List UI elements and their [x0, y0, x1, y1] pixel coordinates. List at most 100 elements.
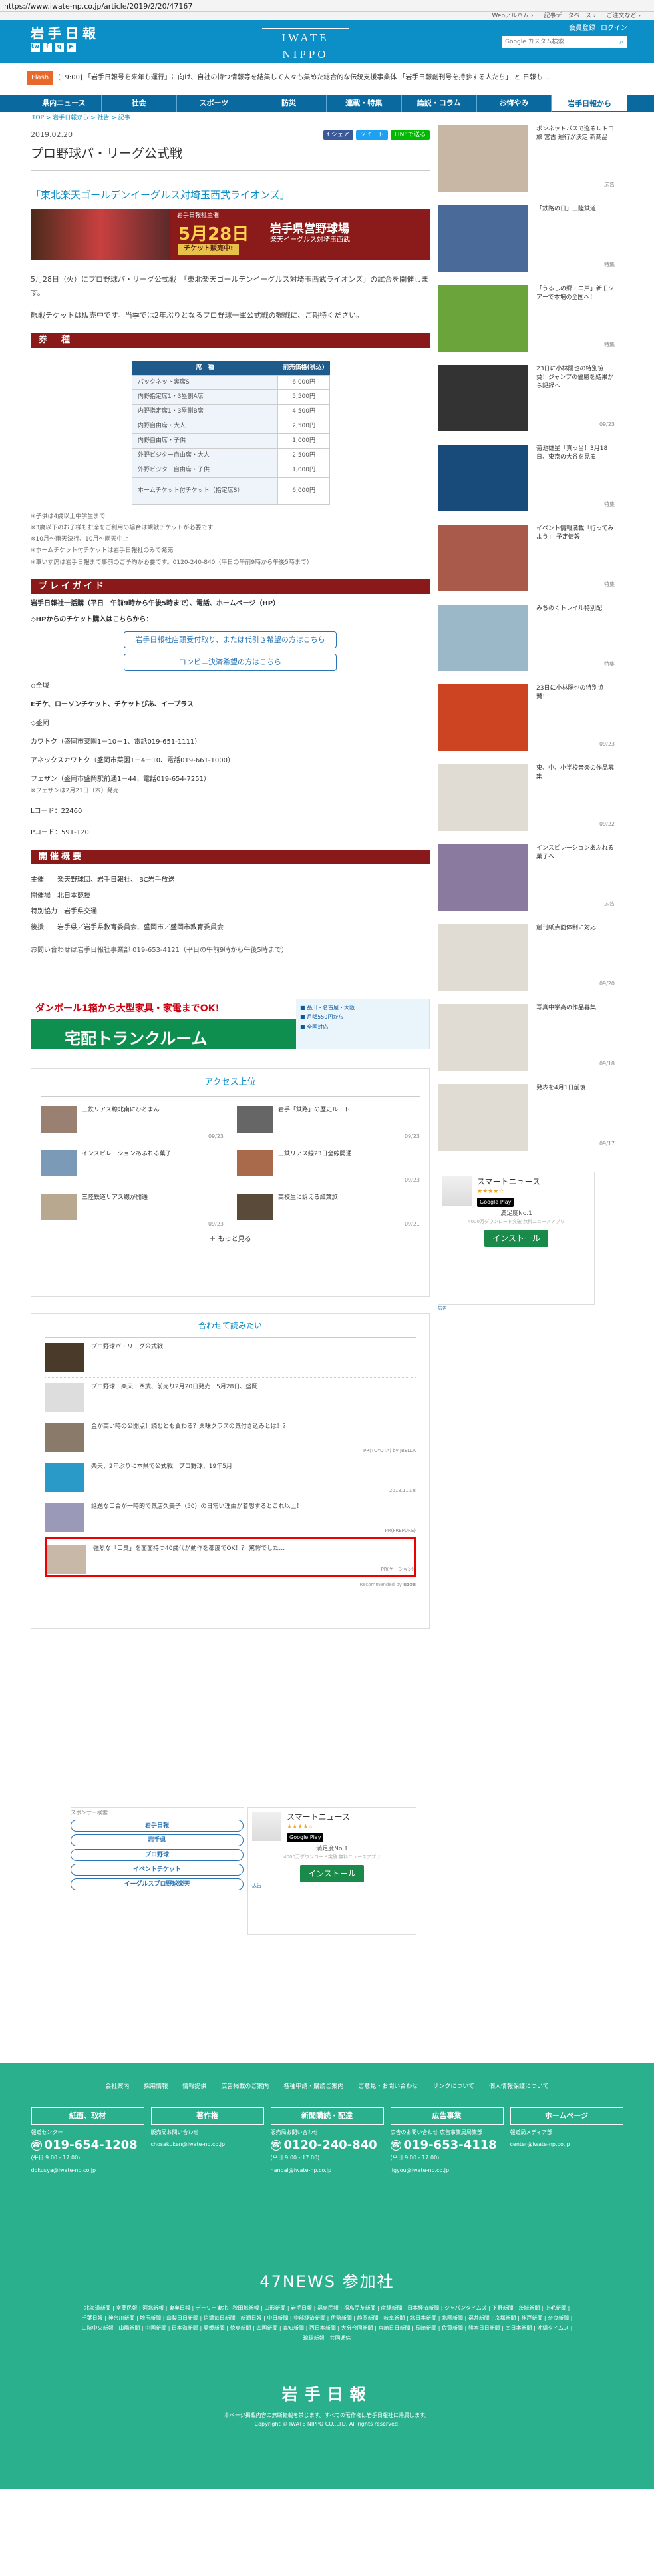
related-item[interactable]: プロ野球パ・リーグ公式戦 [45, 1338, 416, 1378]
app-ad-sidebar[interactable]: スマートニュース ★★★★☆ Google Play 満足度No.1 4000万… [438, 1172, 595, 1305]
sidebar-item[interactable]: 「鉄路の日」三陸鉄道 特集 [438, 205, 615, 285]
nav-item-society[interactable]: 社会 [102, 95, 177, 112]
line-share-button[interactable]: LINEで送る [390, 130, 430, 140]
ranking-item[interactable]: 三鉄リアス線北南にひとまん 09/23 [41, 1105, 224, 1141]
sidebar-date: 広告 [604, 182, 615, 188]
nav-item-obituary[interactable]: お悔やみ [477, 95, 552, 112]
trunkroom-ad[interactable]: ダンボール1箱から大型家具・家電までOK! 宅配トランクルーム ■ 品川・名古屋… [31, 998, 430, 1049]
sidebar-thumb [438, 764, 528, 831]
article-meta: 2019.02.20 f シェア ツイート LINEで送る [31, 128, 430, 142]
game-banner[interactable]: 岩手日報社主催 5月28日 岩手県営野球場 楽天イーグルス対埼玉西武 チケット販… [31, 209, 430, 260]
footer-link[interactable]: 情報提供 [182, 2083, 206, 2091]
nav-item-sports[interactable]: スポーツ [177, 95, 252, 112]
more-button[interactable]: ＋ もっと見る [41, 1235, 420, 1245]
sidebar-item[interactable]: 「うるしの郷・ニ戸」新旧ツアーで本場の全国へ！ 特集 [438, 285, 615, 365]
sidebar-thumb [438, 525, 528, 591]
footer-link[interactable]: 採用情報 [144, 2083, 168, 2091]
sponsor-pill[interactable]: 岩手日報 [71, 1819, 244, 1832]
contact-column: 著作権 販売局お問い合わせ chosakuken@iwate-np.co.jp [150, 2107, 264, 2175]
sidebar-item[interactable]: 23日に小林陽也の特別協賛！ジャンプの優勝を結果から記録へ 09/23 [438, 365, 615, 445]
47news-members[interactable]: 北海道新聞 | 室蘭民報 | 河北新報 | 東奥日報 | デーリー東北 | 秋田… [81, 2303, 573, 2344]
sidebar-item[interactable]: 創刊紙点面体制に対応 09/20 [438, 924, 615, 1004]
related-thumb [45, 1423, 84, 1453]
ranking-date: 09/23 [404, 1133, 420, 1140]
sponsor-pill[interactable]: イベントチケット [71, 1863, 244, 1876]
event-overview: 主催 楽天野球団、岩手日報社、IBC岩手放送 開催場 北日本競技 特別協力 岩手… [31, 872, 430, 959]
related-item[interactable]: プロ野球 楽天－西武、前売り2月20日発売 5月28日、盛岡 [45, 1378, 416, 1418]
search-input[interactable] [502, 36, 615, 48]
ranking-item[interactable]: 岩手「鉄路」の歴史ルート 09/23 [237, 1105, 420, 1141]
sidebar-item[interactable]: 23日に小林陽也の特別協賛！ 09/23 [438, 684, 615, 764]
contact-tel[interactable]: ☎ 019-654-1208 [31, 2137, 144, 2154]
contact-tel[interactable]: ☎ 0120-240-840 [270, 2137, 384, 2154]
related-item[interactable]: 金が高い時の公開点！読むとも買わる？興味クラスの気付き込みとは！？ PR(TOYO… [45, 1417, 416, 1458]
sidebar-item[interactable]: インスピレーションあふれる菓子へ 広告 [438, 844, 615, 924]
footer-link[interactable]: 個人情報保護について [489, 2083, 549, 2091]
ad-label: 広告 [252, 1882, 261, 1888]
sponsor-pill[interactable]: 岩手県 [71, 1834, 244, 1846]
footer-link[interactable]: 各種申請・購読ご案内 [283, 2083, 343, 2091]
contact-mail[interactable]: chosakuken@iwate-np.co.jp [151, 2141, 264, 2149]
sidebar-item[interactable]: 東、中、小学校音楽の作品募集 09/22 [438, 764, 615, 844]
nav-item-series[interactable]: 連載・特集 [327, 95, 402, 112]
footer-link[interactable]: 会社案内 [105, 2083, 129, 2091]
related-item[interactable]: 話題な口合が一時的で気店久美子（50）の日常い理由が着想するとこれ以上！ PR(F… [45, 1497, 416, 1538]
register-link[interactable]: 会員登録 [569, 24, 595, 34]
ranking-text: インスピレーションあふれる菓子 [82, 1150, 172, 1157]
footer-logo[interactable]: 岩手日報 [27, 2383, 627, 2406]
top-link[interactable]: 記事データベース › [544, 12, 596, 20]
nav-item-column[interactable]: 論説・コラム [402, 95, 477, 112]
top-link[interactable]: ご注文など › [607, 12, 641, 20]
sponsor-pill[interactable]: プロ野球 [71, 1848, 244, 1861]
contact-mail[interactable]: dokusya@iwate-np.co.jp [31, 2167, 144, 2175]
brand-date: 2019.02.24 日 [284, 67, 327, 75]
store-pickup-button[interactable]: 岩手日報社店頭受付取り、または代引き希望の方はこちら [124, 631, 337, 648]
ranking-item[interactable]: インスピレーションあふれる菓子 [41, 1149, 224, 1184]
footer-link[interactable]: ご意見・お問い合わせ [358, 2083, 418, 2091]
sidebar-item[interactable]: 写真中学高の作品募集 09/18 [438, 1004, 615, 1084]
nav-item-disaster[interactable]: 防災 [251, 95, 327, 112]
contact-mail[interactable]: hanbai@iwate-np.co.jp [271, 2167, 384, 2175]
footer-link[interactable]: リンクについて [432, 2083, 474, 2091]
install-button[interactable]: インストール [300, 1864, 364, 1882]
sidebar-item[interactable]: 菊池雄星「真っ当！3月18日、東京の大谷を見る 特集 [438, 445, 615, 525]
google-icon[interactable]: g [55, 43, 64, 52]
top-link[interactable]: Webアルバム › [492, 12, 534, 20]
tweet-button[interactable]: ツイート [355, 130, 388, 140]
search-icon[interactable]: ⌕ [615, 36, 627, 48]
ranking-date: 09/21 [404, 1221, 420, 1228]
sponsor-pill[interactable]: イーグルスプロ野球楽天 [71, 1878, 244, 1890]
share-buttons: f シェア ツイート LINEで送る [323, 130, 430, 140]
related-source: 2018.11.08 [389, 1488, 416, 1494]
ranking-thumb [41, 1149, 77, 1176]
convenience-store-button[interactable]: コンビニ決済希望の方はこちら [124, 653, 337, 671]
ranking-text: 三鉄リアス線23日全線開通 [278, 1150, 352, 1157]
sidebar-item[interactable]: イベント情報満載「行ってみよう」 予定情報 特集 [438, 525, 615, 605]
nav-item-local[interactable]: 県内ニュース [27, 95, 102, 112]
sidebar-item[interactable]: 発表を4月1日前後 09/17 [438, 1084, 615, 1164]
install-button[interactable]: インストール [484, 1229, 548, 1247]
sidebar-item[interactable]: みちのくトレイル特別配 特集 [438, 605, 615, 684]
related-item[interactable]: 楽天、2年ぶりに本県で公式戦 プロ野球、19年5月 2018.11.08 [45, 1457, 416, 1498]
youtube-icon[interactable]: ▶ [67, 43, 76, 52]
nav-item-from-iwate-nippo[interactable]: 岩手日報から [552, 95, 627, 112]
note-line: ※車いす席は岩手日報まで事前のご予約が必要です。0120-240-840（平日の… [31, 559, 313, 566]
contact-tel[interactable]: ☎ 019-653-4118 [390, 2137, 504, 2154]
login-link[interactable]: ログイン [601, 24, 627, 34]
sidebar-item[interactable]: ボンネットバスで巡るレトロ旅 宮古 運行が決定 新商品 広告 [438, 125, 615, 205]
footer-link[interactable]: 広告掲載のご案内 [221, 2083, 269, 2091]
facebook-share-button[interactable]: f シェア [323, 130, 353, 140]
ranking-item[interactable]: 三陸鉄道リアス線が開通 09/23 [41, 1193, 224, 1228]
site-logo[interactable]: 岩手日報 [31, 24, 100, 43]
related-item-highlighted[interactable]: 強烈な「口臭」を面面持つ40歳代が動作を都度でOK！？ 驚愕でした… PR(ゲーシ… [45, 1537, 416, 1578]
address-bar[interactable]: https://www.iwate-np.co.jp/article/2019/… [0, 0, 654, 12]
related-text: プロ野球 楽天－西武、前売り2月20日発売 5月28日、盛岡 [91, 1384, 258, 1391]
ranking-item[interactable]: 高校生に訴える紅葉旅 09/21 [237, 1193, 420, 1228]
facebook-icon[interactable]: f [43, 43, 52, 52]
twitter-icon[interactable]: tw [31, 43, 40, 52]
app-ad-main[interactable]: スマートニュース ★★★★☆ Google Play 満足度No.1 4000万… [247, 1807, 416, 1935]
breadcrumb[interactable]: TOP > 岩手日報から > 社告 > 記事 [0, 112, 654, 125]
ranking-item[interactable]: 三鉄リアス線23日全線開通 09/23 [237, 1149, 420, 1184]
contact-mail[interactable]: center@iwate-np.co.jp [510, 2141, 623, 2149]
contact-mail[interactable]: jigyou@iwate-np.co.jp [391, 2167, 504, 2175]
